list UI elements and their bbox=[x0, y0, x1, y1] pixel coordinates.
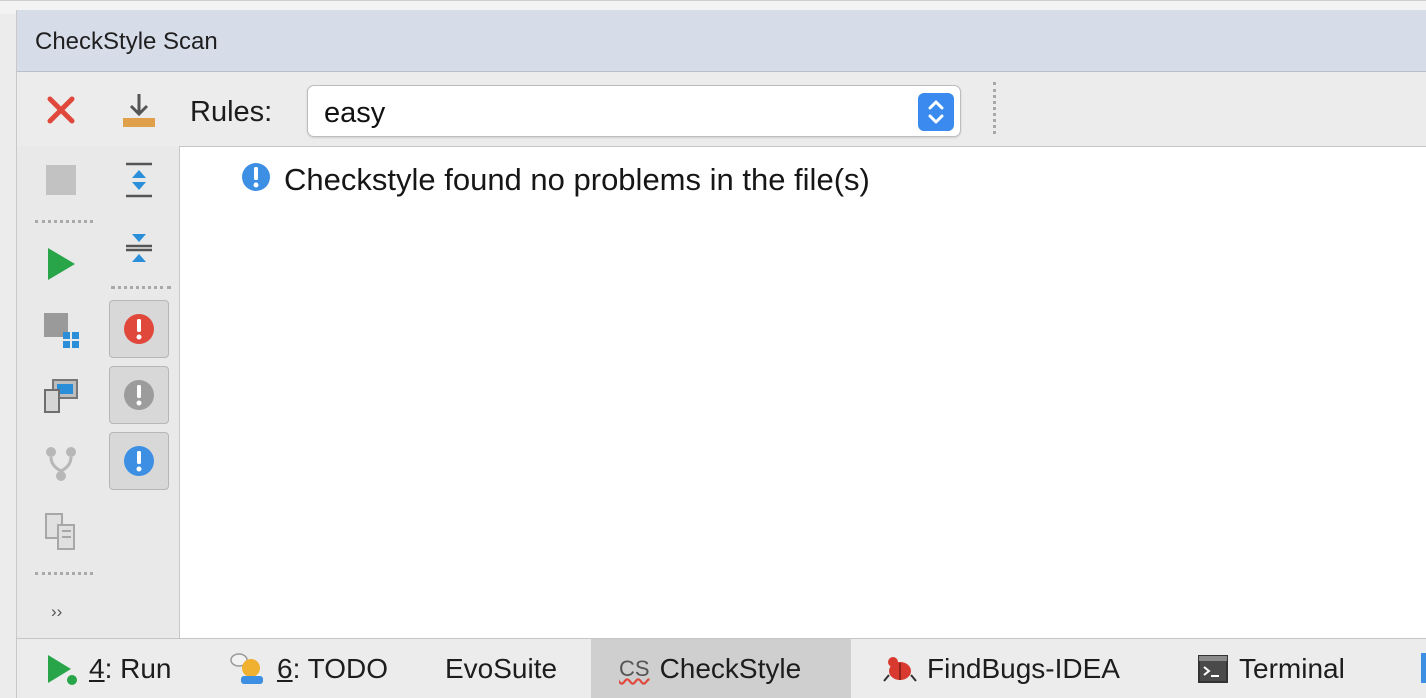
toolbar-separator bbox=[993, 82, 996, 134]
checkstyle-icon: CS bbox=[619, 656, 650, 681]
tab-run-label: : Run bbox=[104, 653, 172, 684]
info-filter-icon[interactable] bbox=[109, 432, 169, 490]
tab-checkstyle-label: CheckStyle bbox=[659, 653, 802, 684]
run-icon bbox=[45, 651, 79, 687]
results-tree[interactable]: Checkstyle found no problems in the file… bbox=[179, 146, 1426, 638]
tab-todo-label: : TODO bbox=[292, 653, 389, 684]
findbugs-icon bbox=[883, 653, 917, 685]
tab-run[interactable]: 4 : Run bbox=[45, 639, 172, 698]
collapse-all-icon[interactable] bbox=[117, 224, 161, 268]
info-icon bbox=[240, 161, 272, 198]
compare-icon[interactable] bbox=[39, 510, 83, 554]
result-message: Checkstyle found no problems in the file… bbox=[240, 161, 870, 198]
panel-title: CheckStyle Scan bbox=[35, 28, 218, 55]
todo-icon bbox=[229, 652, 267, 686]
expand-all-icon[interactable] bbox=[117, 158, 161, 202]
rules-label: Rules: bbox=[190, 96, 273, 128]
result-message-text: Checkstyle found no problems in the file… bbox=[284, 161, 870, 197]
rules-select[interactable]: easy bbox=[307, 85, 961, 137]
export-icon[interactable] bbox=[117, 88, 161, 132]
tab-todo[interactable]: 6 : TODO bbox=[229, 639, 388, 698]
tab-run-number: 4 bbox=[89, 653, 105, 684]
warning-filter-icon[interactable] bbox=[109, 366, 169, 424]
tab-evosuite-label: EvoSuite bbox=[445, 653, 558, 684]
tab-evosuite[interactable]: EvoSuite bbox=[445, 639, 557, 698]
checkstyle-panel: CheckStyle Scan Rules: easy ›› Checkstyl… bbox=[16, 10, 1426, 638]
select-chevron-icon[interactable] bbox=[918, 93, 954, 131]
rules-select-value: easy bbox=[324, 97, 386, 129]
terminal-icon bbox=[1197, 654, 1229, 684]
vcs-scan-icon[interactable] bbox=[39, 442, 83, 486]
tab-terminal[interactable]: Terminal bbox=[1197, 639, 1345, 698]
tab-findbugs-label: FindBugs-IDEA bbox=[927, 653, 1120, 684]
tab-findbugs[interactable]: FindBugs-IDEA bbox=[883, 639, 1120, 698]
rules-toolbar: Rules: easy bbox=[17, 72, 1426, 146]
toolbar-divider bbox=[35, 572, 93, 575]
tab-todo-number: 6 bbox=[277, 653, 293, 684]
stop-icon[interactable] bbox=[39, 158, 83, 202]
panel-titlebar: CheckStyle Scan bbox=[17, 10, 1426, 72]
tab-checkstyle[interactable]: CS CheckStyle bbox=[591, 639, 851, 698]
module-scan-icon[interactable] bbox=[39, 308, 83, 352]
project-scan-icon[interactable] bbox=[39, 374, 83, 418]
run-icon[interactable] bbox=[39, 242, 83, 286]
tab-terminal-label: Terminal bbox=[1239, 653, 1345, 684]
error-filter-icon[interactable] bbox=[109, 300, 169, 358]
close-icon[interactable] bbox=[39, 88, 83, 132]
toolbar-divider bbox=[111, 286, 171, 289]
overflow-indicator bbox=[1421, 653, 1426, 683]
toolbar-divider bbox=[35, 220, 93, 223]
more-actions-button[interactable]: ›› bbox=[51, 602, 62, 622]
tool-window-bar: 4 : Run 6 : TODO EvoSuite CS CheckStyle … bbox=[16, 638, 1426, 698]
